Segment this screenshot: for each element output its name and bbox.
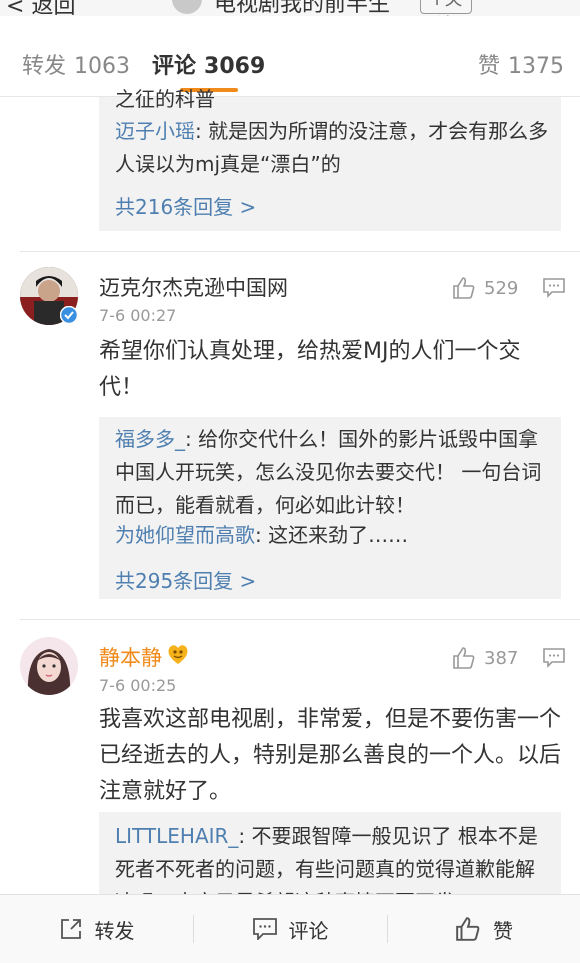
tab-repost-label: 转发 (22, 54, 67, 79)
like-count: 387 (484, 647, 519, 669)
reply-box: 福多多_: 给你交代什么！国外的影片诋毁中国拿中国人开玩笑，怎么没见你去要交代！… (99, 417, 561, 599)
tab-repost-count: 1063 (74, 54, 131, 79)
like-button[interactable]: 赞 (388, 895, 580, 963)
thumbs-up-icon (453, 647, 475, 669)
reply-comment-icon[interactable] (543, 278, 565, 298)
thumbs-up-icon (456, 917, 480, 941)
repost-icon (60, 919, 81, 939)
reply-username[interactable]: 福多多_ (115, 427, 185, 451)
reply-item[interactable]: 为她仰望而高歌: 这还来劲了…… (115, 519, 551, 552)
tab-repost[interactable]: 转发 1063 (22, 48, 130, 80)
reply-box: LITTLEHAIR_: 不要跟智障一般见识了 根本不是死者不死者的问题，有些问… (99, 812, 561, 894)
vip-badge-icon (168, 645, 188, 664)
reply-item[interactable]: 福多多_: 给你交代什么！国外的影片诋毁中国拿中国人开玩笑，怎么没见你去要交代！… (115, 423, 551, 522)
thumbs-up-icon (453, 277, 475, 299)
back-button[interactable]: < 返回 (6, 0, 75, 16)
comment-like-button[interactable]: 529 (452, 276, 518, 300)
repost-label: 转发 (94, 918, 135, 943)
comment-label: 评论 (288, 918, 329, 943)
comment-button[interactable]: 评论 (194, 895, 387, 963)
reply-box: 之征的科普 迈子小瑶: 就是因为所谓的没注意，才会有那么多人误以为mj真是“漂白… (99, 87, 561, 231)
comment-avatar[interactable] (20, 637, 78, 695)
tab-likes-count: 1375 (508, 54, 565, 79)
reply-partial-line: 之征的科普 (115, 87, 215, 111)
back-label: 返回 (31, 0, 76, 16)
tab-likes-label: 赞 (478, 54, 501, 79)
follow-button[interactable]: +关注 (420, 0, 472, 16)
reply-text: : 这还来劲了…… (255, 523, 409, 547)
more-replies-link[interactable]: 共295条回复 > (115, 565, 256, 594)
reply-comment-icon[interactable] (543, 648, 565, 668)
reply-username[interactable]: 迈子小瑶 (115, 119, 195, 143)
like-count: 529 (484, 277, 519, 299)
reply-username[interactable]: LITTLEHAIR_ (115, 824, 238, 848)
divider (20, 251, 580, 252)
comment-icon (252, 918, 277, 940)
reply-username[interactable]: 为她仰望而高歌 (115, 523, 255, 547)
comment-text: 希望你们认真处理，给热爱MJ的人们一个交代！ (99, 339, 521, 400)
tab-likes[interactable]: 赞 1375 (478, 48, 564, 80)
divider (20, 619, 580, 620)
comment-username[interactable]: 迈克尔杰克逊中国网 (99, 272, 288, 302)
comment-time: 7-6 00:27 (99, 306, 177, 325)
bottom-action-bar: 转发 评论 赞 (0, 894, 580, 963)
comment-username[interactable]: 静本静 (99, 642, 162, 672)
verified-badge-icon (60, 306, 78, 324)
reply-item[interactable]: 迈子小瑶: 就是因为所谓的没注意，才会有那么多人误以为mj真是“漂白”的 (115, 115, 551, 181)
top-nav-bar: < 返回 电视剧我的前半生 +关注 (0, 0, 580, 16)
comment-like-button[interactable]: 387 (452, 646, 518, 670)
comment-time: 7-6 00:25 (99, 676, 177, 695)
avatar-image (20, 637, 78, 695)
account-avatar[interactable] (172, 0, 202, 14)
reply-item[interactable]: LITTLEHAIR_: 不要跟智障一般见识了 根本不是死者不死者的问题，有些问… (115, 820, 551, 894)
more-replies-link[interactable]: 共216条回复 > (115, 191, 256, 220)
like-label: 赞 (493, 918, 513, 943)
repost-button[interactable]: 转发 (0, 895, 193, 963)
tab-comments-label: 评论 (152, 54, 197, 79)
comment-text: 我喜欢这部电视剧，非常爱，但是不要伤害一个已经逝去的人，特别是那么善良的一个人。… (99, 707, 562, 804)
tab-comments[interactable]: 评论 3069 (152, 48, 265, 80)
tab-comments-count: 3069 (204, 54, 266, 79)
account-name[interactable]: 电视剧我的前半生 (214, 0, 390, 16)
